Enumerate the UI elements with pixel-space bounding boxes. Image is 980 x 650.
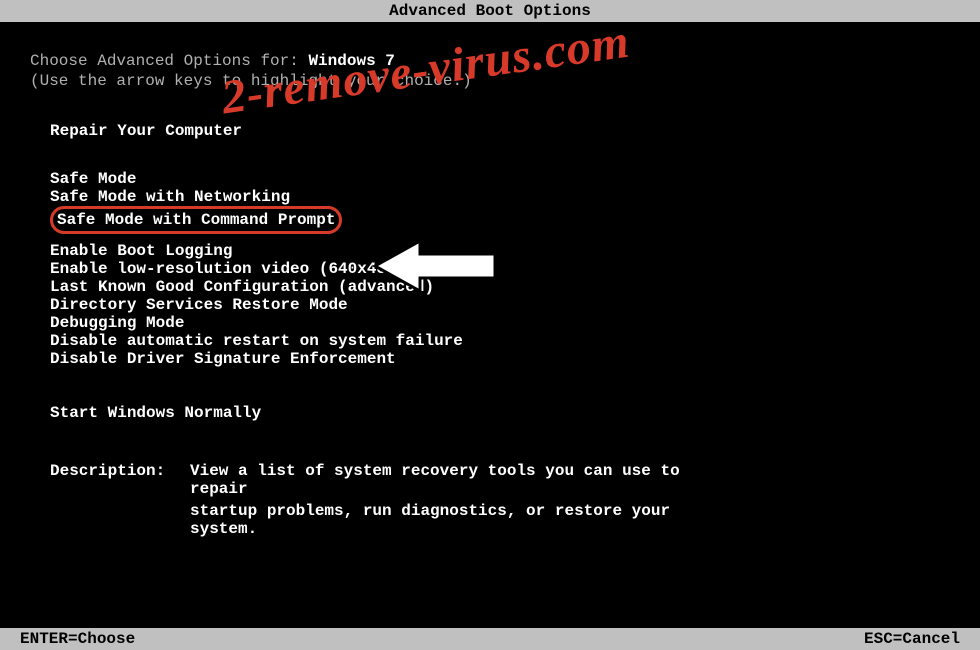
heading-line: Choose Advanced Options for: Windows 7 — [30, 52, 960, 70]
title-bar: Advanced Boot Options — [0, 0, 980, 22]
option-low-res[interactable]: Enable low-resolution video (640x480) — [50, 260, 960, 278]
option-start-normally[interactable]: Start Windows Normally — [50, 404, 960, 422]
option-no-sig-enforce[interactable]: Disable Driver Signature Enforcement — [50, 350, 960, 368]
options-list: Safe Mode Safe Mode with Networking Safe… — [50, 170, 960, 422]
main-content: 2-remove-virus.com Choose Advanced Optio… — [0, 22, 980, 610]
footer-bar: ENTER=Choose ESC=Cancel — [0, 628, 980, 650]
option-debug[interactable]: Debugging Mode — [50, 314, 960, 332]
description-label: Description: — [50, 462, 190, 538]
footer-esc-hint: ESC=Cancel — [864, 630, 960, 648]
option-safe-mode-cmd[interactable]: Safe Mode with Command Prompt — [50, 206, 960, 224]
description-text: View a list of system recovery tools you… — [190, 462, 730, 538]
window-title: Advanced Boot Options — [389, 2, 591, 20]
option-lkgc[interactable]: Last Known Good Configuration (advanced) — [50, 278, 960, 296]
option-safe-mode-cmd-label: Safe Mode with Command Prompt — [50, 206, 342, 234]
option-ds-restore[interactable]: Directory Services Restore Mode — [50, 296, 960, 314]
os-name: Windows 7 — [308, 52, 394, 70]
option-safe-mode-networking[interactable]: Safe Mode with Networking — [50, 188, 960, 206]
option-no-auto-restart[interactable]: Disable automatic restart on system fail… — [50, 332, 960, 350]
footer-enter-hint: ENTER=Choose — [20, 630, 135, 648]
heading-prefix: Choose Advanced Options for: — [30, 52, 308, 70]
option-boot-logging[interactable]: Enable Boot Logging — [50, 242, 960, 260]
description-block: Description: View a list of system recov… — [50, 462, 960, 538]
description-line1: View a list of system recovery tools you… — [190, 462, 730, 498]
instruction-hint: (Use the arrow keys to highlight your ch… — [30, 72, 960, 90]
repair-computer-option[interactable]: Repair Your Computer — [50, 122, 960, 140]
option-safe-mode[interactable]: Safe Mode — [50, 170, 960, 188]
description-line2: startup problems, run diagnostics, or re… — [190, 502, 730, 538]
